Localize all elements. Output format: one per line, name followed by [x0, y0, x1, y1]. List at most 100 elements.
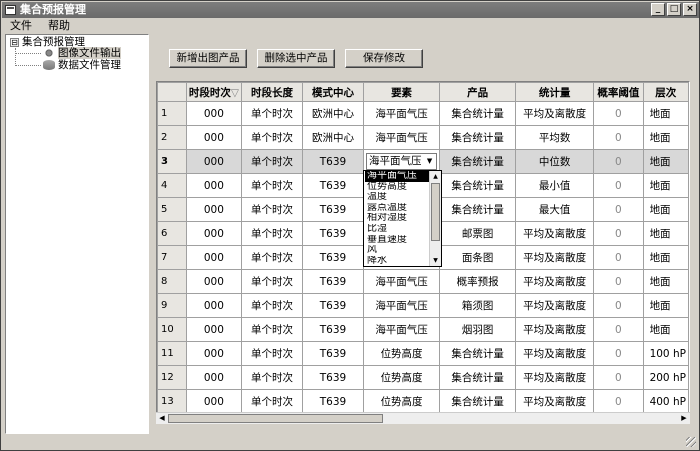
- table-cell[interactable]: 0: [593, 365, 644, 390]
- table-cell[interactable]: 单个时次: [240, 173, 303, 198]
- table-cell[interactable]: 000: [185, 341, 242, 366]
- table-cell[interactable]: 位势高度: [363, 365, 441, 390]
- table-row[interactable]: 10 000 单个时次 T639 海平面气压 烟羽图 平均及离散度 0 地面: [157, 317, 689, 342]
- row-header[interactable]: 8: [157, 269, 187, 294]
- table-cell[interactable]: 地面: [642, 245, 689, 270]
- dropdown-option[interactable]: 风: [365, 245, 429, 256]
- table-cell[interactable]: 单个时次: [240, 389, 303, 412]
- table-cell[interactable]: 地面: [642, 149, 689, 174]
- table-cell[interactable]: 平均及离散度: [515, 341, 595, 366]
- table-cell[interactable]: 单个时次: [240, 101, 303, 126]
- table-cell[interactable]: 单个时次: [240, 221, 303, 246]
- table-cell[interactable]: 单个时次: [240, 149, 303, 174]
- table-cell[interactable]: T639: [301, 365, 365, 390]
- row-header[interactable]: 5: [157, 197, 187, 222]
- table-cell[interactable]: 0: [593, 173, 644, 198]
- table-row[interactable]: 12 000 单个时次 T639 位势高度 集合统计量 平均及离散度 0 200 hP: [157, 365, 689, 390]
- row-header[interactable]: 3: [157, 149, 187, 174]
- table-cell[interactable]: 000: [185, 221, 242, 246]
- dropdown-scrollbar[interactable]: ▲ ▼: [429, 171, 441, 266]
- table-cell[interactable]: 000: [185, 245, 242, 270]
- table-cell[interactable]: 欧洲中心: [301, 125, 365, 150]
- table-cell[interactable]: 集合统计量: [439, 197, 517, 222]
- table-row[interactable]: 9 000 单个时次 T639 海平面气压 箱须图 平均及离散度 0 地面: [157, 293, 689, 318]
- table-cell[interactable]: 0: [593, 317, 644, 342]
- table-cell[interactable]: 平均及离散度: [515, 245, 595, 270]
- table-cell[interactable]: T639: [301, 293, 365, 318]
- row-header[interactable]: 7: [157, 245, 187, 270]
- table-cell[interactable]: 平均及离散度: [515, 221, 595, 246]
- table-cell[interactable]: 位势高度: [363, 341, 441, 366]
- table-cell[interactable]: 0: [593, 341, 644, 366]
- row-header[interactable]: 9: [157, 293, 187, 318]
- table-cell[interactable]: 000: [185, 365, 242, 390]
- table-row[interactable]: 13 000 单个时次 T639 位势高度 集合统计量 平均及离散度 0 400 hP: [157, 389, 689, 412]
- table-cell[interactable]: 箱须图: [439, 293, 517, 318]
- dropdown-option[interactable]: 位势高度: [365, 182, 429, 193]
- table-cell[interactable]: 海平面气压: [363, 269, 441, 294]
- table-cell[interactable]: 200 hP: [642, 365, 689, 390]
- table-cell[interactable]: 0: [593, 245, 644, 270]
- table-cell[interactable]: 地面: [642, 173, 689, 198]
- table-cell[interactable]: 集合统计量: [439, 389, 517, 412]
- table-cell[interactable]: 000: [185, 125, 242, 150]
- table-cell[interactable]: 面条图: [439, 245, 517, 270]
- save-changes-button[interactable]: 保存修改: [345, 49, 423, 68]
- table-cell[interactable]: 集合统计量: [439, 149, 517, 174]
- table-cell[interactable]: 海平面气压: [363, 317, 441, 342]
- table-cell[interactable]: 平均及离散度: [515, 389, 595, 412]
- table-cell[interactable]: 平均数: [515, 125, 595, 150]
- table-cell[interactable]: T639: [301, 197, 365, 222]
- table-cell[interactable]: 单个时次: [240, 197, 303, 222]
- column-header[interactable]: 概率阈值: [593, 82, 644, 102]
- table-cell[interactable]: 000: [185, 293, 242, 318]
- scroll-thumb[interactable]: [168, 414, 383, 423]
- table-cell[interactable]: 海平面气压: [363, 125, 441, 150]
- column-header[interactable]: 产品: [439, 82, 517, 102]
- table-cell[interactable]: 地面: [642, 293, 689, 318]
- table-cell[interactable]: 平均及离散度: [515, 269, 595, 294]
- table-cell[interactable]: 集合统计量: [439, 173, 517, 198]
- menu-help[interactable]: 帮助: [40, 18, 78, 34]
- row-header[interactable]: 6: [157, 221, 187, 246]
- collapse-icon[interactable]: ⊟: [10, 37, 19, 47]
- table-cell[interactable]: 0: [593, 389, 644, 412]
- row-header[interactable]: 10: [157, 317, 187, 342]
- table-cell[interactable]: 单个时次: [240, 317, 303, 342]
- delete-product-button[interactable]: 删除选中产品: [257, 49, 335, 68]
- column-header[interactable]: 层次: [642, 82, 689, 102]
- dropdown-option[interactable]: 露点温度: [365, 203, 429, 214]
- row-header[interactable]: 1: [157, 101, 187, 126]
- table-cell[interactable]: T639: [301, 317, 365, 342]
- table-cell[interactable]: 0: [593, 101, 644, 126]
- table-row[interactable]: 1 000 单个时次 欧洲中心 海平面气压 集合统计量 平均及离散度 0 地面: [157, 101, 689, 126]
- element-combo-box[interactable]: 海平面气压 ▼: [366, 153, 438, 170]
- table-cell[interactable]: 集合统计量: [439, 341, 517, 366]
- element-dropdown-list[interactable]: 海平面气压位势高度温度露点温度相对湿度比湿垂直速度风降水天空云量 ▲ ▼: [363, 170, 442, 267]
- table-cell[interactable]: 平均及离散度: [515, 293, 595, 318]
- table-cell[interactable]: T639: [301, 149, 365, 174]
- table-cell[interactable]: 平均及离散度: [515, 101, 595, 126]
- dropdown-option[interactable]: 相对湿度: [365, 213, 429, 224]
- tree-item-data-files[interactable]: 数据文件管理: [43, 59, 121, 71]
- table-cell[interactable]: 000: [185, 149, 242, 174]
- table-cell[interactable]: 位势高度: [363, 389, 441, 412]
- table-cell[interactable]: 000: [185, 317, 242, 342]
- table-cell[interactable]: T639: [301, 245, 365, 270]
- table-cell[interactable]: 单个时次: [240, 341, 303, 366]
- table-cell[interactable]: 单个时次: [240, 293, 303, 318]
- table-cell[interactable]: 邮票图: [439, 221, 517, 246]
- add-product-button[interactable]: 新增出图产品: [169, 49, 247, 68]
- table-cell[interactable]: 0: [593, 221, 644, 246]
- table-cell[interactable]: 地面: [642, 101, 689, 126]
- scroll-down-icon[interactable]: ▼: [430, 255, 441, 266]
- scroll-right-icon[interactable]: ▶: [678, 413, 690, 424]
- table-cell[interactable]: 000: [185, 197, 242, 222]
- dropdown-option[interactable]: 比湿: [365, 224, 429, 235]
- table-cell[interactable]: 海平面气压: [363, 293, 441, 318]
- table-cell[interactable]: 400 hP: [642, 389, 689, 412]
- table-cell[interactable]: 000: [185, 101, 242, 126]
- dropdown-option[interactable]: 天空云量: [365, 266, 429, 267]
- table-cell[interactable]: 地面: [642, 125, 689, 150]
- table-cell[interactable]: 地面: [642, 221, 689, 246]
